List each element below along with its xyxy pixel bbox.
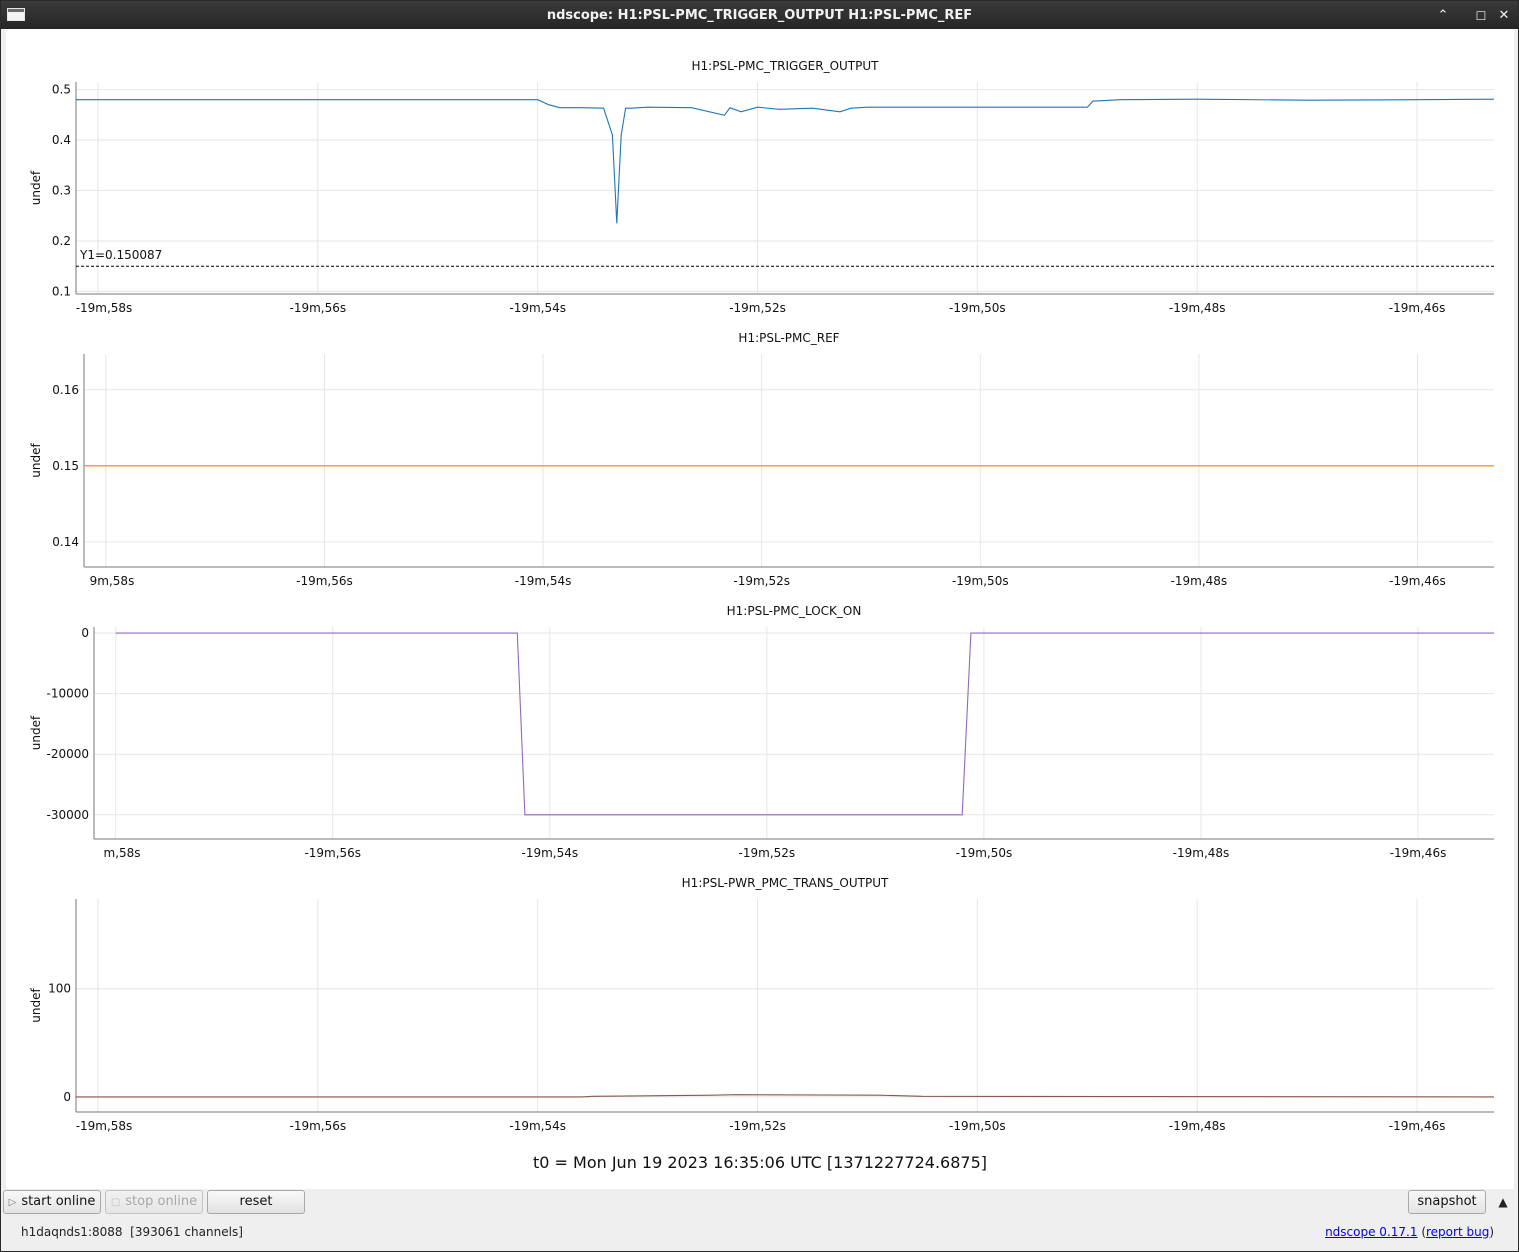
stop-icon: ▢ [110,1197,121,1208]
x-tick-label: -19m,50s [949,1119,1006,1133]
plot-title: H1:PSL-PMC_TRIGGER_OUTPUT [692,59,880,73]
y-tick-label: 0.4 [52,133,71,147]
paren-close: ) [1489,1225,1494,1239]
reset-button[interactable]: reset [207,1190,305,1214]
start-online-label: start online [21,1194,96,1209]
plot-panel: H1:PSL-PMC_LOCK_ONundef 0 -10000 -20000 -300… [29,604,1494,860]
x-tick-label: -19m,52s [729,301,786,315]
x-tick-label: -19m,50s [956,846,1013,860]
t0-label: t0 = Mon Jun 19 2023 16:35:06 UTC [13712… [532,1153,988,1172]
y-tick-label: 0.3 [52,184,71,198]
stop-online-label: stop online [125,1194,198,1209]
x-tick-label: -19m,54s [515,574,572,588]
toolbar: ▷ start online ▢ stop online reset snapsho… [1,1189,1518,1219]
y-tick-label: 0.15 [52,459,79,473]
cursor-label: Y1=0.150087 [79,248,162,262]
plot-area: H1:PSL-PMC_TRIGGER_OUTPUTundef 0.5 0.4 0.3 0… [6,29,1514,1189]
y-tick-label: 0.1 [52,284,71,298]
plot-panel: H1:PSL-PMC_TRIGGER_OUTPUTundef 0.5 0.4 0.3 0… [29,59,1495,315]
y-tick-label: -10000 [46,687,89,701]
y-tick-label: 0.16 [52,383,79,397]
x-tick-label: -19m,48s [1171,574,1228,588]
play-icon: ▷ [8,1197,17,1208]
plot-title: H1:PSL-PWR_PMC_TRANS_OUTPUT [682,876,889,890]
x-tick-label: -19m,46s [1389,1119,1446,1133]
plot-title: H1:PSL-PMC_REF [738,331,839,345]
report-bug-link[interactable]: report bug [1426,1225,1489,1239]
x-tick-label: -19m,56s [290,1119,347,1133]
snapshot-button[interactable]: snapshot [1408,1190,1486,1214]
x-tick-label: 9m,58s [90,574,135,588]
x-tick-label: -19m,46s [1389,301,1446,315]
x-tick-label: -19m,50s [952,574,1009,588]
server-status: h1daqnds1:8088 [393061 channels] [21,1225,243,1239]
triangle-up-icon[interactable]: ▲ [1496,1195,1510,1209]
x-tick-label: -19m,54s [522,846,579,860]
x-tick-label: m,58s [103,846,140,860]
start-online-button[interactable]: ▷ start online [3,1190,101,1214]
y-tick-label: -20000 [46,747,89,761]
y-axis-label: undef [29,988,43,1023]
y-axis-label: undef [29,715,43,750]
window-title: ndscope: H1:PSL-PMC_TRIGGER_OUTPUT H1:PS… [546,8,973,23]
title-bar[interactable]: ndscope: H1:PSL-PMC_TRIGGER_OUTPUT H1:PS… [1,1,1518,29]
y-tick-label: 0.5 [52,83,71,97]
minimize-icon[interactable]: ⌃ [1434,7,1452,25]
series-line [76,98,1495,224]
y-tick-label: 0.2 [52,234,71,248]
x-tick-label: -19m,56s [304,846,361,860]
y-axis-label: undef [29,443,43,478]
y-axis-label: undef [29,170,43,205]
x-tick-label: -19m,54s [509,1119,566,1133]
x-tick-label: -19m,52s [739,846,796,860]
app-window: ndscope: H1:PSL-PMC_TRIGGER_OUTPUT H1:PS… [0,0,1519,1252]
y-tick-label: -30000 [46,808,89,822]
plot-title: H1:PSL-PMC_LOCK_ON [727,604,862,618]
x-tick-label: -19m,58s [76,301,133,315]
x-tick-label: -19m,52s [729,1119,786,1133]
x-tick-label: -19m,56s [296,574,353,588]
x-tick-label: -19m,48s [1173,846,1230,860]
x-tick-label: -19m,54s [509,301,566,315]
x-tick-label: -19m,58s [76,1119,133,1133]
plots-canvas[interactable]: H1:PSL-PMC_TRIGGER_OUTPUTundef 0.5 0.4 0.3 0… [6,29,1514,1149]
y-tick-label: 0.14 [52,535,79,549]
y-tick-label: 0 [81,626,89,640]
x-tick-label: -19m,46s [1390,846,1447,860]
maximize-icon[interactable]: ☐ [1472,7,1490,25]
x-tick-label: -19m,50s [949,301,1006,315]
stop-online-button[interactable]: ▢ stop online [105,1190,203,1214]
x-tick-label: -19m,46s [1389,574,1446,588]
version-info: ndscope 0.17.1 (report bug) [1325,1225,1494,1239]
x-tick-label: -19m,48s [1169,1119,1226,1133]
status-bar: h1daqnds1:8088 [393061 channels] ndscope… [1,1219,1518,1251]
y-tick-label: 100 [48,982,71,996]
x-tick-label: -19m,48s [1169,301,1226,315]
y-tick-label: 0 [63,1090,71,1104]
plot-panel: H1:PSL-PMC_REFundef 0.16 0.15 0.14 9m,58s -19… [29,331,1494,588]
x-tick-label: -19m,56s [290,301,347,315]
close-icon[interactable]: ✕ [1495,7,1513,25]
x-tick-label: -19m,52s [733,574,790,588]
series-line [115,632,1494,816]
version-link[interactable]: ndscope 0.17.1 [1325,1225,1417,1239]
plot-panel: H1:PSL-PWR_PMC_TRANS_OUTPUTundef 100 0 -19m… [29,876,1495,1133]
